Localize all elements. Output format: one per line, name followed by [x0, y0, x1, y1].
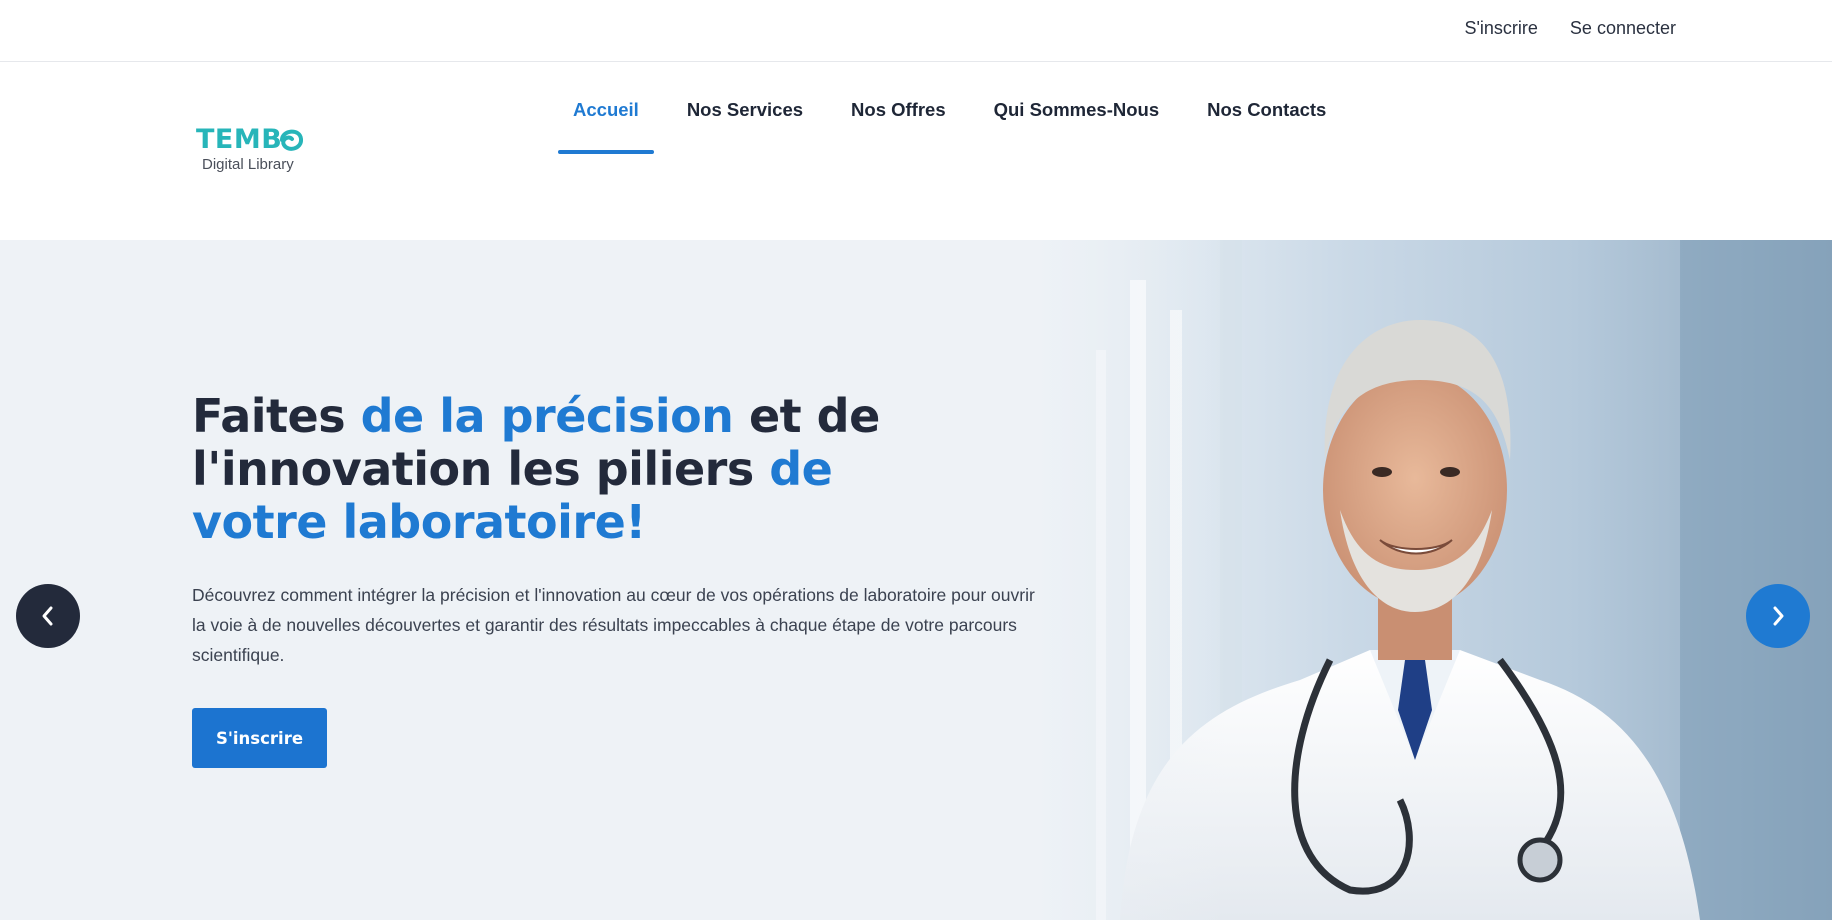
top-utility-bar: S'inscrire Se connecter: [0, 0, 1832, 62]
hero-description: Découvrez comment intégrer la précision …: [192, 585, 1035, 665]
signup-link[interactable]: S'inscrire: [1464, 18, 1537, 39]
slider-prev-button[interactable]: [16, 584, 80, 648]
nav-item-nos-contacts[interactable]: Nos Contacts: [1207, 63, 1326, 157]
hero-title: Faites de la précision et de l'innovatio…: [192, 390, 952, 549]
logo-subtitle: Digital Library: [202, 156, 294, 173]
logo[interactable]: TEMB Digital Library: [196, 123, 306, 179]
hero-title-accent-1: de la précision: [360, 389, 734, 443]
nav-item-qui-sommes-nous[interactable]: Qui Sommes-Nous: [994, 63, 1160, 157]
signup-button[interactable]: S'inscrire: [192, 708, 327, 768]
nav-item-nos-offres[interactable]: Nos Offres: [851, 63, 946, 157]
nav-item-accueil[interactable]: Accueil: [558, 63, 654, 157]
hero-title-part-1: Faites: [192, 389, 361, 443]
logo-wordmark: TEMB: [196, 124, 283, 155]
main-menu: Accueil Nos Services Nos Offres Qui Somm…: [558, 63, 1374, 157]
chevron-left-icon: [42, 606, 53, 626]
nav-item-nos-services[interactable]: Nos Services: [687, 63, 803, 157]
auth-links: S'inscrire Se connecter: [1464, 18, 1676, 39]
main-navbar: TEMB Digital Library Accueil Nos Service…: [0, 63, 1832, 239]
chevron-right-icon: [1773, 606, 1784, 626]
login-link[interactable]: Se connecter: [1570, 18, 1676, 39]
slider-next-button[interactable]: [1746, 584, 1810, 648]
hero-slider: Faites de la précision et de l'innovatio…: [0, 240, 1832, 920]
logo-swirl-icon: [280, 129, 303, 151]
